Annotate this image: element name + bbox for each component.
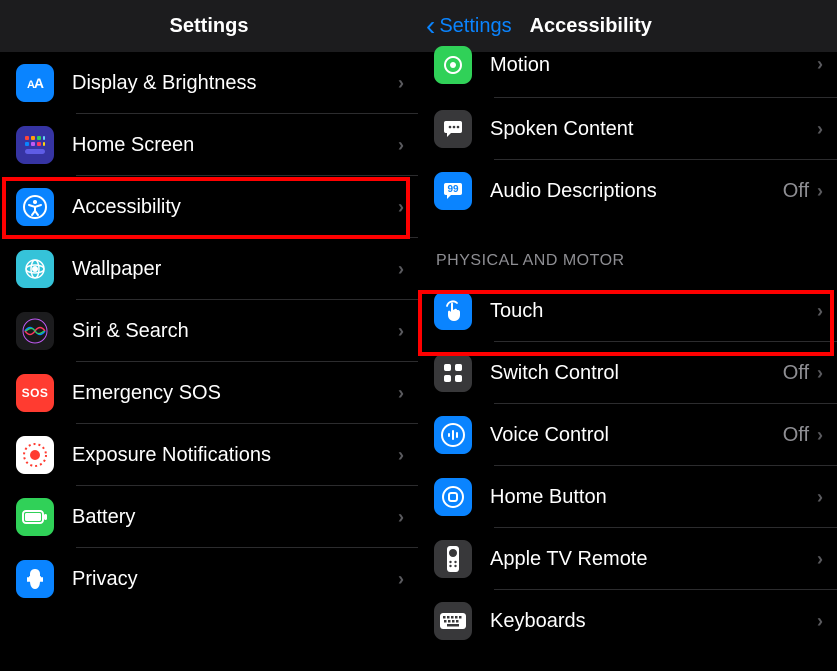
row-motion[interactable]: Motion › — [418, 52, 837, 98]
row-label: Apple TV Remote — [490, 548, 817, 571]
chevron-icon: › — [817, 119, 823, 140]
section-physical-motor: PHYSICAL AND MOTOR — [418, 222, 837, 280]
row-home-screen[interactable]: Home Screen › — [0, 114, 418, 176]
chevron-icon: › — [817, 549, 823, 570]
chevron-icon: › — [817, 181, 823, 202]
row-label: Emergency SOS — [72, 382, 398, 405]
row-value: Off — [783, 362, 809, 385]
row-label: Motion — [490, 54, 817, 77]
row-label: Siri & Search — [72, 320, 398, 343]
chevron-icon: › — [398, 321, 404, 342]
chevron-icon: › — [398, 135, 404, 156]
chevron-icon: › — [398, 383, 404, 404]
row-label: Battery — [72, 506, 398, 529]
row-label: Voice Control — [490, 424, 783, 447]
row-label: Exposure Notifications — [72, 444, 398, 467]
chevron-icon: › — [817, 363, 823, 384]
accessibility-pane: ‹ Settings Accessibility Motion › — [418, 0, 837, 671]
chevron-icon: › — [817, 54, 823, 75]
accessibility-navbar: ‹ Settings Accessibility — [418, 0, 837, 52]
row-wallpaper[interactable]: Wallpaper › — [0, 238, 418, 300]
row-value: Off — [783, 424, 809, 447]
chevron-icon: › — [398, 197, 404, 218]
back-button[interactable]: ‹ Settings — [426, 12, 512, 40]
home-button-icon — [434, 478, 472, 516]
settings-title: Settings — [170, 15, 249, 38]
row-label: Home Screen — [72, 134, 398, 157]
row-voice-control[interactable]: Voice Control Off › — [418, 404, 837, 466]
battery-icon — [16, 498, 54, 536]
chevron-icon: › — [817, 487, 823, 508]
switch-icon — [434, 354, 472, 392]
exposure-icon — [16, 436, 54, 474]
row-touch[interactable]: Touch › — [418, 280, 837, 342]
row-label: Touch — [490, 300, 817, 323]
accessibility-icon — [16, 188, 54, 226]
chevron-icon: › — [817, 611, 823, 632]
sos-icon: SOS — [16, 374, 54, 412]
row-battery[interactable]: Battery › — [0, 486, 418, 548]
voice-icon — [434, 416, 472, 454]
row-accessibility[interactable]: Accessibility › — [0, 176, 418, 238]
row-home-button[interactable]: Home Button › — [418, 466, 837, 528]
row-label: Switch Control — [490, 362, 783, 385]
accessibility-title: Accessibility — [530, 15, 652, 38]
row-label: Display & Brightness — [72, 72, 398, 95]
chevron-icon: › — [817, 425, 823, 446]
settings-navbar: Settings — [0, 0, 418, 52]
row-label: Home Button — [490, 486, 817, 509]
chevron-icon: › — [398, 507, 404, 528]
chevron-icon: › — [398, 445, 404, 466]
row-label: Audio Descriptions — [490, 180, 783, 203]
row-label: Spoken Content — [490, 118, 817, 141]
appletv-icon — [434, 540, 472, 578]
chevron-icon: › — [398, 569, 404, 590]
display-icon: AA — [16, 64, 54, 102]
row-spoken-content[interactable]: Spoken Content › — [418, 98, 837, 160]
keyboards-icon — [434, 602, 472, 640]
row-switch-control[interactable]: Switch Control Off › — [418, 342, 837, 404]
row-keyboards[interactable]: Keyboards › — [418, 590, 837, 652]
row-audio-descriptions[interactable]: 99 Audio Descriptions Off › — [418, 160, 837, 222]
row-display-brightness[interactable]: AA Display & Brightness › — [0, 52, 418, 114]
home-icon — [16, 126, 54, 164]
chevron-icon: › — [817, 301, 823, 322]
row-siri-search[interactable]: Siri & Search › — [0, 300, 418, 362]
spoken-icon — [434, 110, 472, 148]
settings-pane: Settings AA Display & Brightness › — [0, 0, 418, 671]
row-exposure-notifications[interactable]: Exposure Notifications › — [0, 424, 418, 486]
chevron-icon: › — [398, 259, 404, 280]
chevron-left-icon: ‹ — [426, 12, 435, 40]
audio-desc-icon: 99 — [434, 172, 472, 210]
motion-icon — [434, 46, 472, 84]
accessibility-list: Motion › Spoken Content › 99 — [418, 52, 837, 652]
row-emergency-sos[interactable]: SOS Emergency SOS › — [0, 362, 418, 424]
row-label: Accessibility — [72, 196, 398, 219]
svg-text:99: 99 — [447, 184, 459, 195]
settings-list: AA Display & Brightness › — [0, 52, 418, 650]
row-apple-tv-remote[interactable]: Apple TV Remote › — [418, 528, 837, 590]
wallpaper-icon — [16, 250, 54, 288]
privacy-icon — [16, 560, 54, 598]
row-label: Privacy — [72, 568, 398, 591]
touch-icon — [434, 292, 472, 330]
siri-icon — [16, 312, 54, 350]
row-label: Keyboards — [490, 610, 817, 633]
row-value: Off — [783, 180, 809, 203]
chevron-icon: › — [398, 73, 404, 94]
back-label: Settings — [439, 15, 511, 38]
row-label: Wallpaper — [72, 258, 398, 281]
row-privacy[interactable]: Privacy › — [0, 548, 418, 610]
